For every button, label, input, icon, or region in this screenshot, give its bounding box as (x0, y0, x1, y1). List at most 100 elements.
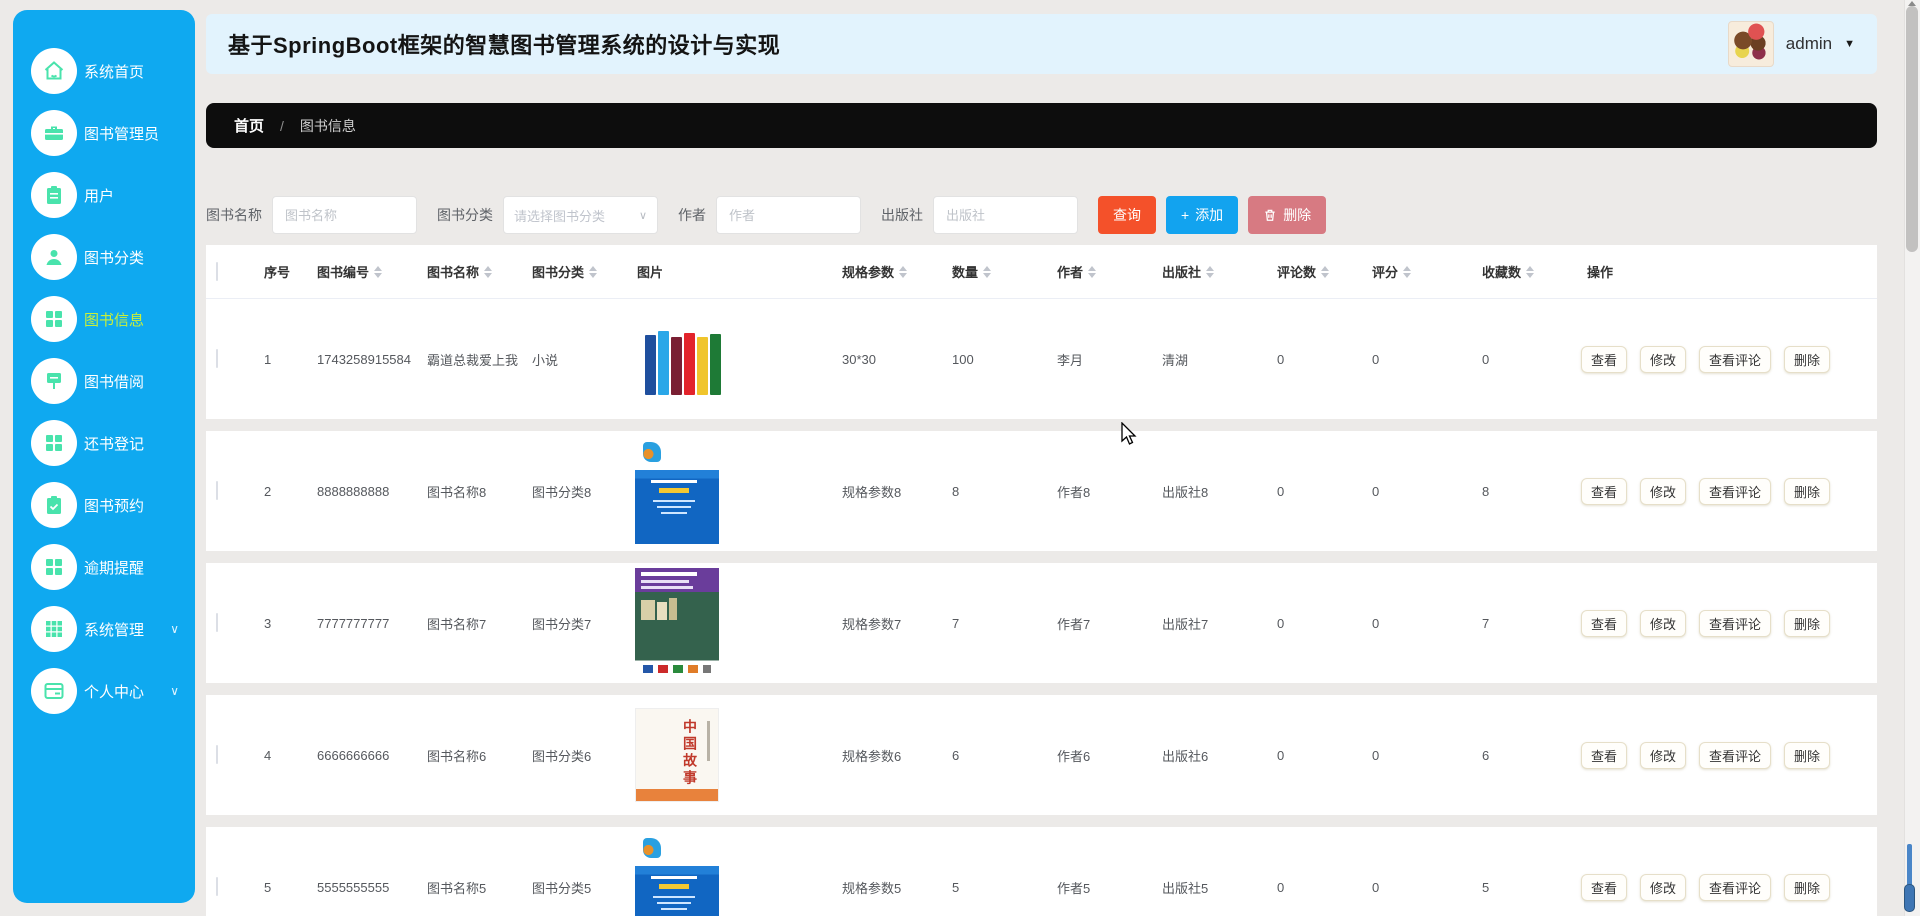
sidebar-item-label: 图书借阅 (84, 371, 144, 392)
add-button[interactable]: + 添加 (1166, 196, 1238, 234)
select-all-checkbox[interactable] (216, 262, 218, 281)
action-button-1[interactable]: 修改 (1640, 874, 1686, 901)
sort-carets-icon[interactable] (1526, 266, 1534, 278)
action-button-2[interactable]: 查看评论 (1699, 742, 1771, 769)
action-button-3[interactable]: 删除 (1784, 346, 1830, 373)
cell-spec: 规格参数5 (828, 878, 938, 897)
user-menu[interactable]: admin ▼ (1728, 21, 1855, 67)
sidebar-item-逾期提醒[interactable]: 逾期提醒 (13, 536, 195, 598)
action-button-1[interactable]: 修改 (1640, 346, 1686, 373)
sort-carets-icon[interactable] (1321, 266, 1329, 278)
sidebar-item-用户[interactable]: 用户 (13, 164, 195, 226)
sort-carets-icon[interactable] (899, 266, 907, 278)
sort-carets-icon[interactable] (1403, 266, 1411, 278)
row-checkbox[interactable] (216, 481, 218, 500)
sidebar-item-还书登记[interactable]: 还书登记 (13, 412, 195, 474)
row-checkbox[interactable] (216, 877, 218, 896)
column-header-book_id[interactable]: 图书编号 (303, 262, 413, 281)
cell-name: 图书名称6 (413, 746, 518, 765)
sidebar-item-label: 个人中心 (84, 681, 144, 702)
action-button-1[interactable]: 修改 (1640, 742, 1686, 769)
sidebar-item-label: 图书管理员 (84, 123, 159, 144)
action-button-3[interactable]: 删除 (1784, 610, 1830, 637)
column-header-rating[interactable]: 评分 (1358, 262, 1468, 281)
avatar[interactable] (1728, 21, 1774, 67)
sort-carets-icon[interactable] (983, 266, 991, 278)
cell-no: 5 (250, 880, 303, 895)
sort-carets-icon[interactable] (374, 266, 382, 278)
cell-publisher: 出版社5 (1148, 878, 1263, 897)
action-button-3[interactable]: 删除 (1784, 478, 1830, 505)
action-button-1[interactable]: 修改 (1640, 610, 1686, 637)
cell-comments: 0 (1263, 880, 1358, 895)
column-header-label: 图片 (637, 262, 663, 281)
sidebar-item-图书借阅[interactable]: 图书借阅 (13, 350, 195, 412)
cell-publisher: 清湖 (1148, 350, 1263, 369)
action-button-0[interactable]: 查看 (1581, 610, 1627, 637)
sidebar-item-系统管理[interactable]: 系统管理∨ (13, 598, 195, 660)
trash-icon (1263, 208, 1277, 222)
query-button[interactable]: 查询 (1098, 196, 1156, 234)
cell-book_id: 5555555555 (303, 880, 413, 895)
breadcrumb-home[interactable]: 首页 (234, 115, 264, 136)
delete-button[interactable]: 删除 (1248, 196, 1326, 234)
sort-carets-icon[interactable] (1088, 266, 1096, 278)
table-row: 11743258915584霸道总裁爱上我小说30*30100李月清湖000查看… (206, 299, 1877, 419)
column-header-spec[interactable]: 规格参数 (828, 262, 938, 281)
action-button-2[interactable]: 查看评论 (1699, 346, 1771, 373)
column-header-label: 评分 (1372, 262, 1398, 281)
publisher-input[interactable] (933, 196, 1078, 234)
action-button-2[interactable]: 查看评论 (1699, 610, 1771, 637)
sort-carets-icon[interactable] (1206, 266, 1214, 278)
action-button-3[interactable]: 删除 (1784, 742, 1830, 769)
cell-spec: 规格参数8 (828, 482, 938, 501)
column-header-category[interactable]: 图书分类 (518, 262, 623, 281)
user-dropdown-caret-icon[interactable]: ▼ (1844, 38, 1855, 50)
pen-tool-icon[interactable] (1904, 844, 1914, 912)
sidebar-item-图书预约[interactable]: 图书预约 (13, 474, 195, 536)
column-header-label: 作者 (1057, 262, 1083, 281)
author-input[interactable] (716, 196, 861, 234)
clipcheck-icon (31, 482, 77, 528)
action-button-3[interactable]: 删除 (1784, 874, 1830, 901)
cell-author: 李月 (1043, 350, 1148, 369)
category-select[interactable]: 请选择图书分类 ∨ (503, 196, 658, 234)
scrollbar-thumb[interactable] (1906, 6, 1918, 252)
row-checkbox[interactable] (216, 745, 218, 764)
column-header-name[interactable]: 图书名称 (413, 262, 518, 281)
page-scrollbar[interactable] (1904, 0, 1920, 916)
sidebar-item-图书信息[interactable]: 图书信息 (13, 288, 195, 350)
row-actions: 查看修改查看评论删除 (1573, 610, 1877, 637)
book-name-input[interactable] (272, 196, 417, 234)
cell-publisher: 出版社6 (1148, 746, 1263, 765)
column-header-comments[interactable]: 评论数 (1263, 262, 1358, 281)
action-button-2[interactable]: 查看评论 (1699, 874, 1771, 901)
action-button-0[interactable]: 查看 (1581, 874, 1627, 901)
action-button-1[interactable]: 修改 (1640, 478, 1686, 505)
action-button-0[interactable]: 查看 (1581, 742, 1627, 769)
cell-spec: 规格参数7 (828, 614, 938, 633)
action-button-2[interactable]: 查看评论 (1699, 478, 1771, 505)
sidebar-item-系统首页[interactable]: 系统首页 (13, 40, 195, 102)
sidebar-item-图书分类[interactable]: 图书分类 (13, 226, 195, 288)
sort-carets-icon[interactable] (589, 266, 597, 278)
column-header-author[interactable]: 作者 (1043, 262, 1148, 281)
row-checkbox[interactable] (216, 613, 218, 632)
cell-name: 霸道总裁爱上我 (413, 350, 518, 369)
cell-rating: 0 (1358, 616, 1468, 631)
cell-qty: 6 (938, 748, 1043, 763)
cell-rating: 0 (1358, 880, 1468, 895)
clipboard-icon (31, 172, 77, 218)
action-button-0[interactable]: 查看 (1581, 346, 1627, 373)
column-header-label: 图书分类 (532, 262, 584, 281)
column-header-favorites[interactable]: 收藏数 (1468, 262, 1573, 281)
action-button-0[interactable]: 查看 (1581, 478, 1627, 505)
briefcase-icon (31, 110, 77, 156)
column-header-publisher[interactable]: 出版社 (1148, 262, 1263, 281)
username[interactable]: admin (1786, 34, 1832, 54)
row-checkbox[interactable] (216, 349, 218, 368)
sort-carets-icon[interactable] (484, 266, 492, 278)
sidebar-item-图书管理员[interactable]: 图书管理员 (13, 102, 195, 164)
column-header-qty[interactable]: 数量 (938, 262, 1043, 281)
sidebar-item-个人中心[interactable]: 个人中心∨ (13, 660, 195, 722)
